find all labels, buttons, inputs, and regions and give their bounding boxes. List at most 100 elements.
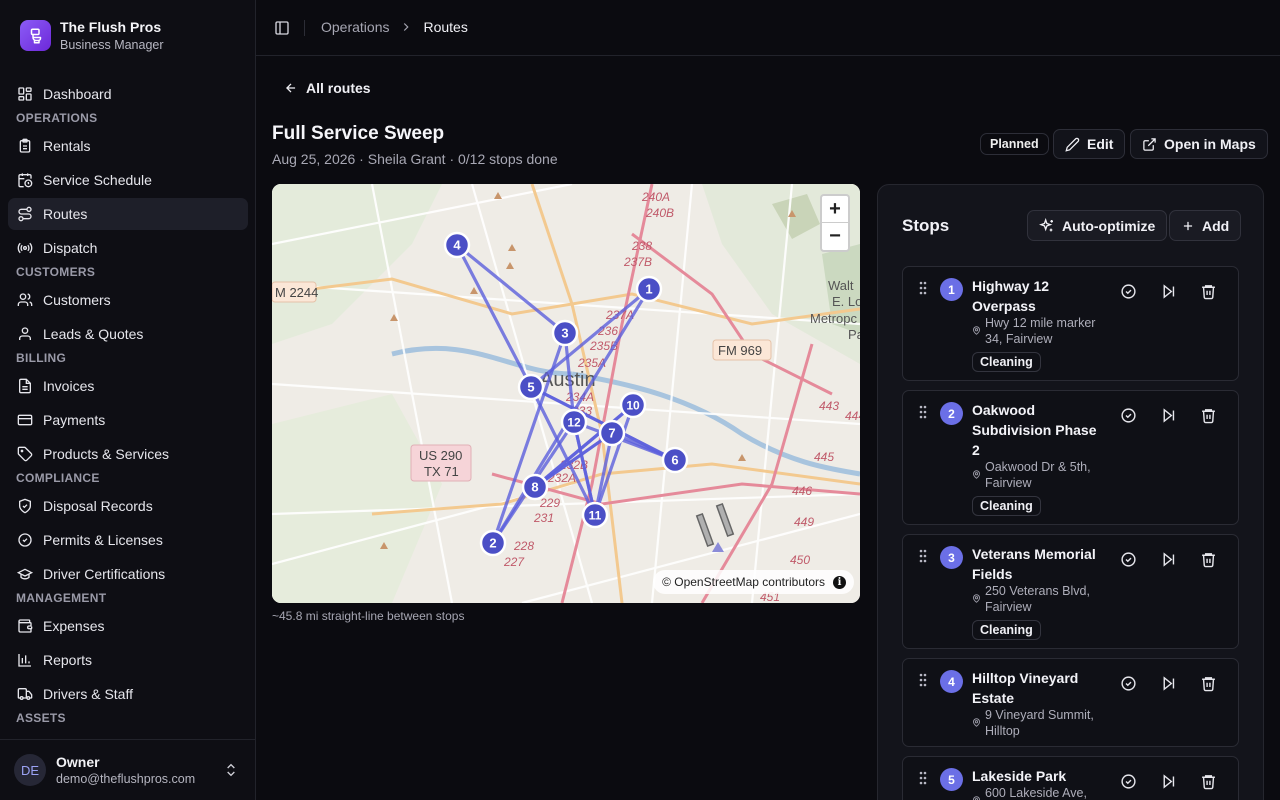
add-stop-button[interactable]: Add <box>1169 210 1242 241</box>
back-to-routes-link[interactable]: All routes <box>284 80 371 96</box>
sidebar-item-disposal[interactable]: Disposal Records <box>8 490 248 522</box>
sidebar-item-routes[interactable]: Routes <box>8 198 248 230</box>
tag-icon <box>17 446 33 462</box>
grip-icon[interactable] <box>919 771 927 785</box>
skip-forward-icon[interactable] <box>1160 773 1177 790</box>
stop-number: 4 <box>940 670 963 693</box>
plus-icon <box>1183 221 1193 230</box>
info-icon[interactable]: i <box>833 575 846 589</box>
trash-icon[interactable] <box>1200 675 1217 692</box>
chevrons-up-down-icon <box>227 763 235 777</box>
grip-icon[interactable] <box>919 281 927 295</box>
map-marker[interactable]: 11 <box>581 501 609 529</box>
trash-icon[interactable] <box>1200 407 1217 424</box>
map-marker[interactable]: 7 <box>598 419 626 447</box>
map-marker[interactable]: 2 <box>479 529 507 557</box>
sidebar-item-certifications[interactable]: Driver Certifications <box>8 558 248 590</box>
check-circle-icon[interactable] <box>1120 551 1137 568</box>
trash-icon[interactable] <box>1200 551 1217 568</box>
sidebar: The Flush Pros Business Manager Dashboar… <box>0 0 256 800</box>
sidebar-item-label: Reports <box>43 652 93 668</box>
breadcrumb-routes: Routes <box>423 19 468 35</box>
edit-label: Edit <box>1087 136 1114 152</box>
sidebar-item-drivers[interactable]: Drivers & Staff <box>8 678 248 710</box>
sidebar-item-label: Dashboard <box>43 86 112 102</box>
map-marker[interactable]: 12 <box>560 408 588 436</box>
map-marker[interactable]: 10 <box>619 391 647 419</box>
map-marker-label: 7 <box>608 426 615 441</box>
map-marker-label: 5 <box>527 380 534 395</box>
grip-icon[interactable] <box>919 405 927 419</box>
open-in-maps-button[interactable]: Open in Maps <box>1130 129 1268 159</box>
route-icon <box>18 206 32 222</box>
map-marker-label: 10 <box>626 399 640 413</box>
zoom-out-button[interactable]: − <box>822 223 848 250</box>
service-tag: Cleaning <box>972 620 1041 640</box>
skip-forward-icon[interactable] <box>1160 407 1177 424</box>
nav-section-compliance: COMPLIANCE <box>16 471 100 485</box>
skip-forward-icon[interactable] <box>1160 283 1177 300</box>
sidebar-item-service-schedule[interactable]: Service Schedule <box>8 164 248 196</box>
file-text-icon <box>19 378 31 394</box>
check-circle-icon[interactable] <box>1120 283 1137 300</box>
grip-icon[interactable] <box>919 673 927 687</box>
sidebar-item-customers[interactable]: Customers <box>8 284 248 316</box>
sidebar-item-products[interactable]: Products & Services <box>8 438 248 470</box>
nav-section-assets: ASSETS <box>16 711 66 725</box>
sidebar-item-permits[interactable]: Permits & Licenses <box>8 524 248 556</box>
check-circle-icon[interactable] <box>1120 773 1137 790</box>
user-menu[interactable]: DE Owner demo@theflushpros.com <box>0 739 255 800</box>
sidebar-item-leads[interactable]: Leads & Quotes <box>8 318 248 350</box>
map-marker[interactable]: 6 <box>661 446 689 474</box>
edit-button[interactable]: Edit <box>1053 129 1126 159</box>
check-circle-icon[interactable] <box>1120 675 1137 692</box>
stop-address: 250 Veterans Blvd, Fairview <box>985 584 1090 614</box>
sidebar-item-dashboard[interactable]: Dashboard <box>8 78 248 110</box>
brand-subtitle: Business Manager <box>60 38 164 52</box>
map-marker[interactable]: 4 <box>443 231 471 259</box>
trash-icon[interactable] <box>1200 773 1217 790</box>
brand[interactable]: The Flush Pros Business Manager <box>20 19 164 52</box>
sidebar-item-rentals[interactable]: Rentals <box>8 130 248 162</box>
back-label: All routes <box>306 80 371 96</box>
map-marker[interactable]: 5 <box>517 373 545 401</box>
check-circle-icon[interactable] <box>1120 407 1137 424</box>
zoom-in-button[interactable]: + <box>822 196 848 223</box>
map-marker-label: 2 <box>489 536 496 551</box>
stop-card[interactable]: 1 Highway 12 Overpass Hwy 12 mile marker… <box>902 266 1239 381</box>
skip-forward-icon[interactable] <box>1160 675 1177 692</box>
sidebar-item-reports[interactable]: Reports <box>8 644 248 676</box>
map-marker[interactable]: 1 <box>635 275 663 303</box>
sidebar-toggle-icon[interactable] <box>274 20 290 36</box>
topbar: Operations Routes <box>256 0 1280 56</box>
skip-forward-icon[interactable] <box>1160 551 1177 568</box>
bar-chart-icon <box>18 654 31 667</box>
sidebar-item-invoices[interactable]: Invoices <box>8 370 248 402</box>
grip-icon[interactable] <box>919 549 927 563</box>
attribution-text: © OpenStreetMap contributors <box>662 575 825 589</box>
user-email: demo@theflushpros.com <box>56 772 196 786</box>
map-marker-label: 3 <box>561 326 568 341</box>
stop-name: Veterans Memorial Fields <box>972 546 1096 582</box>
map-marker[interactable]: 8 <box>521 473 549 501</box>
stop-card[interactable]: 2 Oakwood Subdivision Phase 2 Oakwood Dr… <box>902 390 1239 525</box>
map-marker-label: 12 <box>567 416 581 430</box>
map-zoom-control: + − <box>820 194 850 252</box>
sidebar-item-payments[interactable]: Payments <box>8 404 248 436</box>
stop-address: Oakwood Dr & 5th, Fairview <box>985 460 1091 490</box>
map-marker[interactable]: 3 <box>551 319 579 347</box>
auto-optimize-button[interactable]: Auto-optimize <box>1027 210 1168 241</box>
stop-card[interactable]: 3 Veterans Memorial Fields 250 Veterans … <box>902 534 1239 649</box>
stop-number: 1 <box>940 278 963 301</box>
sidebar-item-dispatch[interactable]: Dispatch <box>8 232 248 264</box>
stop-card[interactable]: 4 Hilltop Vineyard Estate 9 Vineyard Sum… <box>902 658 1239 747</box>
trash-icon[interactable] <box>1200 283 1217 300</box>
badge-check-icon <box>18 533 32 547</box>
route-map[interactable]: 240A240B238237B 237A236235B235A 234A2332… <box>272 184 860 603</box>
map-pin-icon <box>973 718 980 727</box>
map-pin-icon <box>973 326 980 335</box>
stop-card[interactable]: 5 Lakeside Park 600 Lakeside Ave, <box>902 756 1239 800</box>
stops-title: Stops <box>902 216 950 235</box>
sidebar-item-expenses[interactable]: Expenses <box>8 610 248 642</box>
breadcrumb-operations[interactable]: Operations <box>321 19 389 35</box>
